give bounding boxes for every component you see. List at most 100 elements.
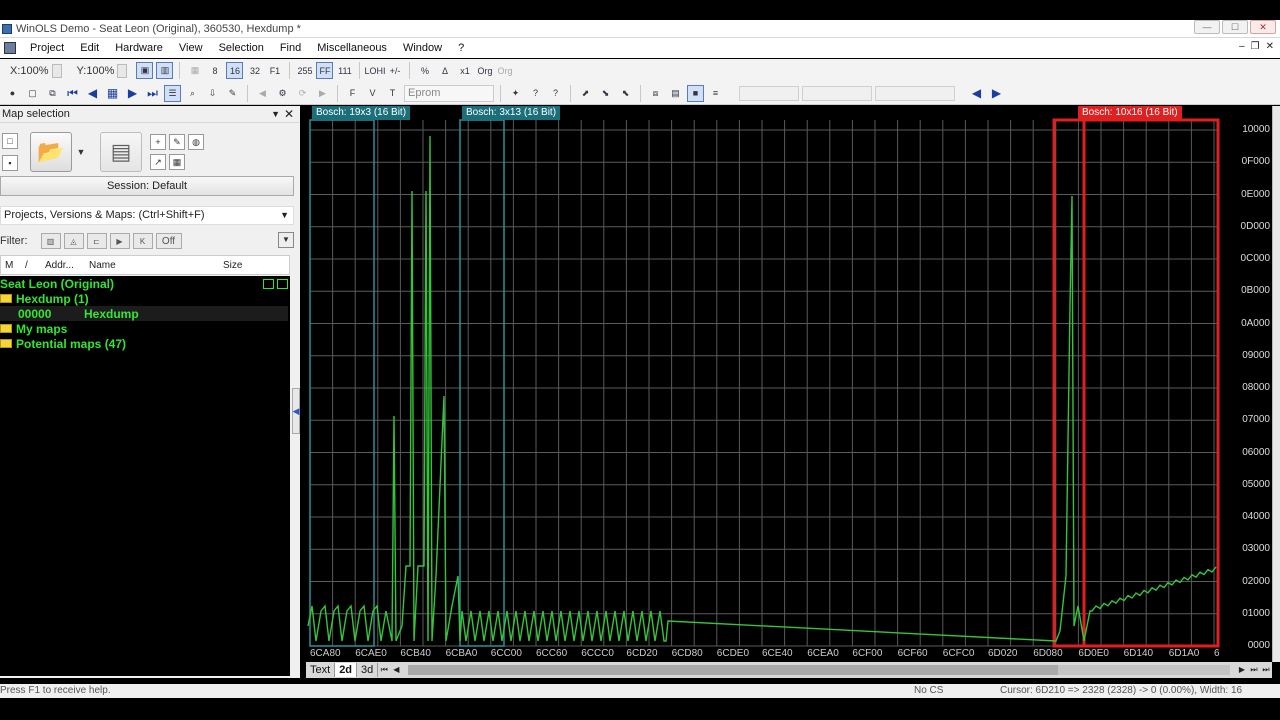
forward-icon[interactable]: ▶: [314, 85, 331, 102]
new-project-icon[interactable]: □: [2, 133, 18, 149]
zoom-x-spinner[interactable]: [51, 63, 62, 78]
window-icon[interactable]: ▢: [24, 85, 41, 102]
save-icon[interactable]: ▪: [2, 155, 18, 171]
grid-icon[interactable]: ▦: [186, 62, 203, 79]
next-icon[interactable]: ▶: [124, 85, 141, 102]
filter-type-1-button[interactable]: ▥: [40, 233, 61, 249]
tab-first-icon[interactable]: ⏮: [378, 663, 390, 677]
find-map-icon[interactable]: ⌕: [184, 85, 201, 102]
menu-view[interactable]: View: [171, 42, 211, 54]
percent-button[interactable]: %: [416, 62, 433, 79]
tree-item-project[interactable]: Seat Leon (Original): [0, 276, 114, 291]
original-alt-button[interactable]: Org: [496, 62, 513, 79]
decimal-button[interactable]: 255: [296, 62, 313, 79]
import-project-button[interactable]: ▤: [100, 132, 142, 172]
align-dropdown-icon[interactable]: ≡: [707, 85, 724, 102]
format-16bit-button[interactable]: 16: [226, 62, 244, 79]
col-address[interactable]: Addr...: [45, 260, 74, 271]
col-name[interactable]: Name: [89, 260, 116, 271]
graph-canvas[interactable]: [306, 106, 1272, 678]
panel-menu-icon[interactable]: ▼: [271, 109, 280, 119]
view-mode-icon[interactable]: ▣: [136, 62, 154, 79]
hexdump-2d-graph[interactable]: Bosch: 19x3 (16 Bit) Bosch: 3x13 (16 Bit…: [306, 106, 1272, 678]
tree-item-potential-maps[interactable]: Potential maps (47): [0, 336, 126, 351]
version-icon[interactable]: V: [364, 85, 381, 102]
back-icon[interactable]: ◀: [254, 85, 271, 102]
first-page-icon[interactable]: ⏮: [64, 85, 81, 102]
panel-close-icon[interactable]: ✕: [284, 107, 294, 121]
last-page-icon[interactable]: ⏭: [144, 85, 161, 102]
tools-icon[interactable]: ✎: [224, 85, 241, 102]
binary-button[interactable]: 111: [336, 62, 353, 79]
import-icon[interactable]: ⇩: [204, 85, 221, 102]
map-label-10x16[interactable]: Bosch: 10x16 (16 Bit): [1078, 106, 1182, 120]
session-button[interactable]: Session: Default: [0, 176, 294, 196]
map-label-19x3[interactable]: Bosch: 19x3 (16 Bit): [312, 106, 411, 120]
map-tool-3-icon[interactable]: ⬉: [617, 85, 634, 102]
projects-selector[interactable]: Projects, Versions & Maps: (Ctrl+Shift+F…: [0, 206, 294, 225]
scroll-right-icon[interactable]: ▶: [1236, 663, 1248, 677]
range-mid-field[interactable]: [802, 85, 872, 101]
menu-find[interactable]: Find: [272, 42, 309, 54]
scroll-thumb[interactable]: [408, 665, 1059, 675]
horizontal-scrollbar[interactable]: [408, 665, 1230, 675]
edit-map-icon[interactable]: ✎: [169, 134, 185, 150]
range-start-field[interactable]: [739, 85, 799, 101]
highlight-icon[interactable]: ✦: [507, 85, 524, 102]
tab-text[interactable]: Text: [306, 663, 336, 677]
collapse-panel-button[interactable]: ◀: [292, 388, 300, 434]
tree-item-my-maps[interactable]: My maps: [0, 321, 67, 336]
web-icon[interactable]: ◍: [188, 134, 204, 150]
layout-dropdown-icon[interactable]: ▤: [667, 85, 684, 102]
nav-left-icon[interactable]: ◀: [968, 85, 985, 102]
filter-type-2-button[interactable]: ◬: [63, 233, 84, 249]
sign-button[interactable]: +/-: [386, 62, 403, 79]
scroll-end-icon[interactable]: ⏭: [1260, 663, 1272, 677]
add-map-icon[interactable]: +: [150, 134, 166, 150]
zoom-y-control[interactable]: Y:100%: [71, 63, 134, 78]
tab-3d[interactable]: 3d: [357, 663, 379, 677]
vertical-scrollbar[interactable]: [1272, 106, 1280, 662]
tab-2d[interactable]: 2d: [335, 663, 358, 677]
copy-layers-icon[interactable]: ⧈: [647, 85, 664, 102]
menu-project[interactable]: Project: [22, 42, 72, 54]
filter-off-button[interactable]: Off: [155, 233, 182, 249]
compare-icon[interactable]: ⧉: [44, 85, 61, 102]
open-dropdown-icon[interactable]: ▼: [76, 133, 86, 171]
minimize-button[interactable]: —: [1194, 20, 1220, 34]
nav-right-icon[interactable]: ▶: [988, 85, 1005, 102]
range-end-field[interactable]: [875, 85, 955, 101]
col-size[interactable]: Size: [223, 260, 242, 271]
menu-window[interactable]: Window: [395, 42, 450, 54]
template-icon[interactable]: T: [384, 85, 401, 102]
sync-icon[interactable]: ⟳: [294, 85, 311, 102]
columns-icon[interactable]: ▥: [156, 62, 174, 79]
menu-help[interactable]: ?: [450, 42, 472, 54]
frame-icon[interactable]: F: [344, 85, 361, 102]
mdi-close-icon[interactable]: ✕: [1266, 41, 1274, 52]
mdi-restore-icon[interactable]: ❐: [1251, 41, 1260, 52]
eprom-dropdown[interactable]: Eprom: [404, 84, 494, 102]
close-button[interactable]: ✕: [1250, 20, 1276, 34]
map-tool-2-icon[interactable]: ⬊: [597, 85, 614, 102]
question-icon[interactable]: ?: [527, 85, 544, 102]
original-button[interactable]: Org: [476, 62, 493, 79]
zoom-x-control[interactable]: X:100%: [4, 63, 68, 78]
context-help-icon[interactable]: ?: [547, 85, 564, 102]
menu-selection[interactable]: Selection: [211, 42, 272, 54]
scroll-next-icon[interactable]: ⏭: [1248, 663, 1260, 677]
table-icon[interactable]: ▦: [104, 85, 121, 102]
format-32bit-button[interactable]: 32: [246, 62, 263, 79]
list-view-icon[interactable]: ☰: [164, 84, 181, 102]
expand-all-icon[interactable]: [263, 279, 274, 289]
tree-item-hexdump-folder[interactable]: Hexdump (1): [0, 291, 89, 306]
format-8bit-button[interactable]: 8: [206, 62, 223, 79]
col-sort[interactable]: /: [25, 260, 28, 271]
collapse-all-icon[interactable]: [277, 279, 288, 289]
menu-hardware[interactable]: Hardware: [107, 42, 171, 54]
filter-type-3-button[interactable]: ⊏: [86, 233, 107, 249]
col-m[interactable]: M: [5, 260, 13, 271]
lohi-button[interactable]: LOHI: [364, 62, 385, 79]
previous-icon[interactable]: ◀: [84, 85, 101, 102]
filter-dropdown-icon[interactable]: ▼: [278, 232, 294, 248]
